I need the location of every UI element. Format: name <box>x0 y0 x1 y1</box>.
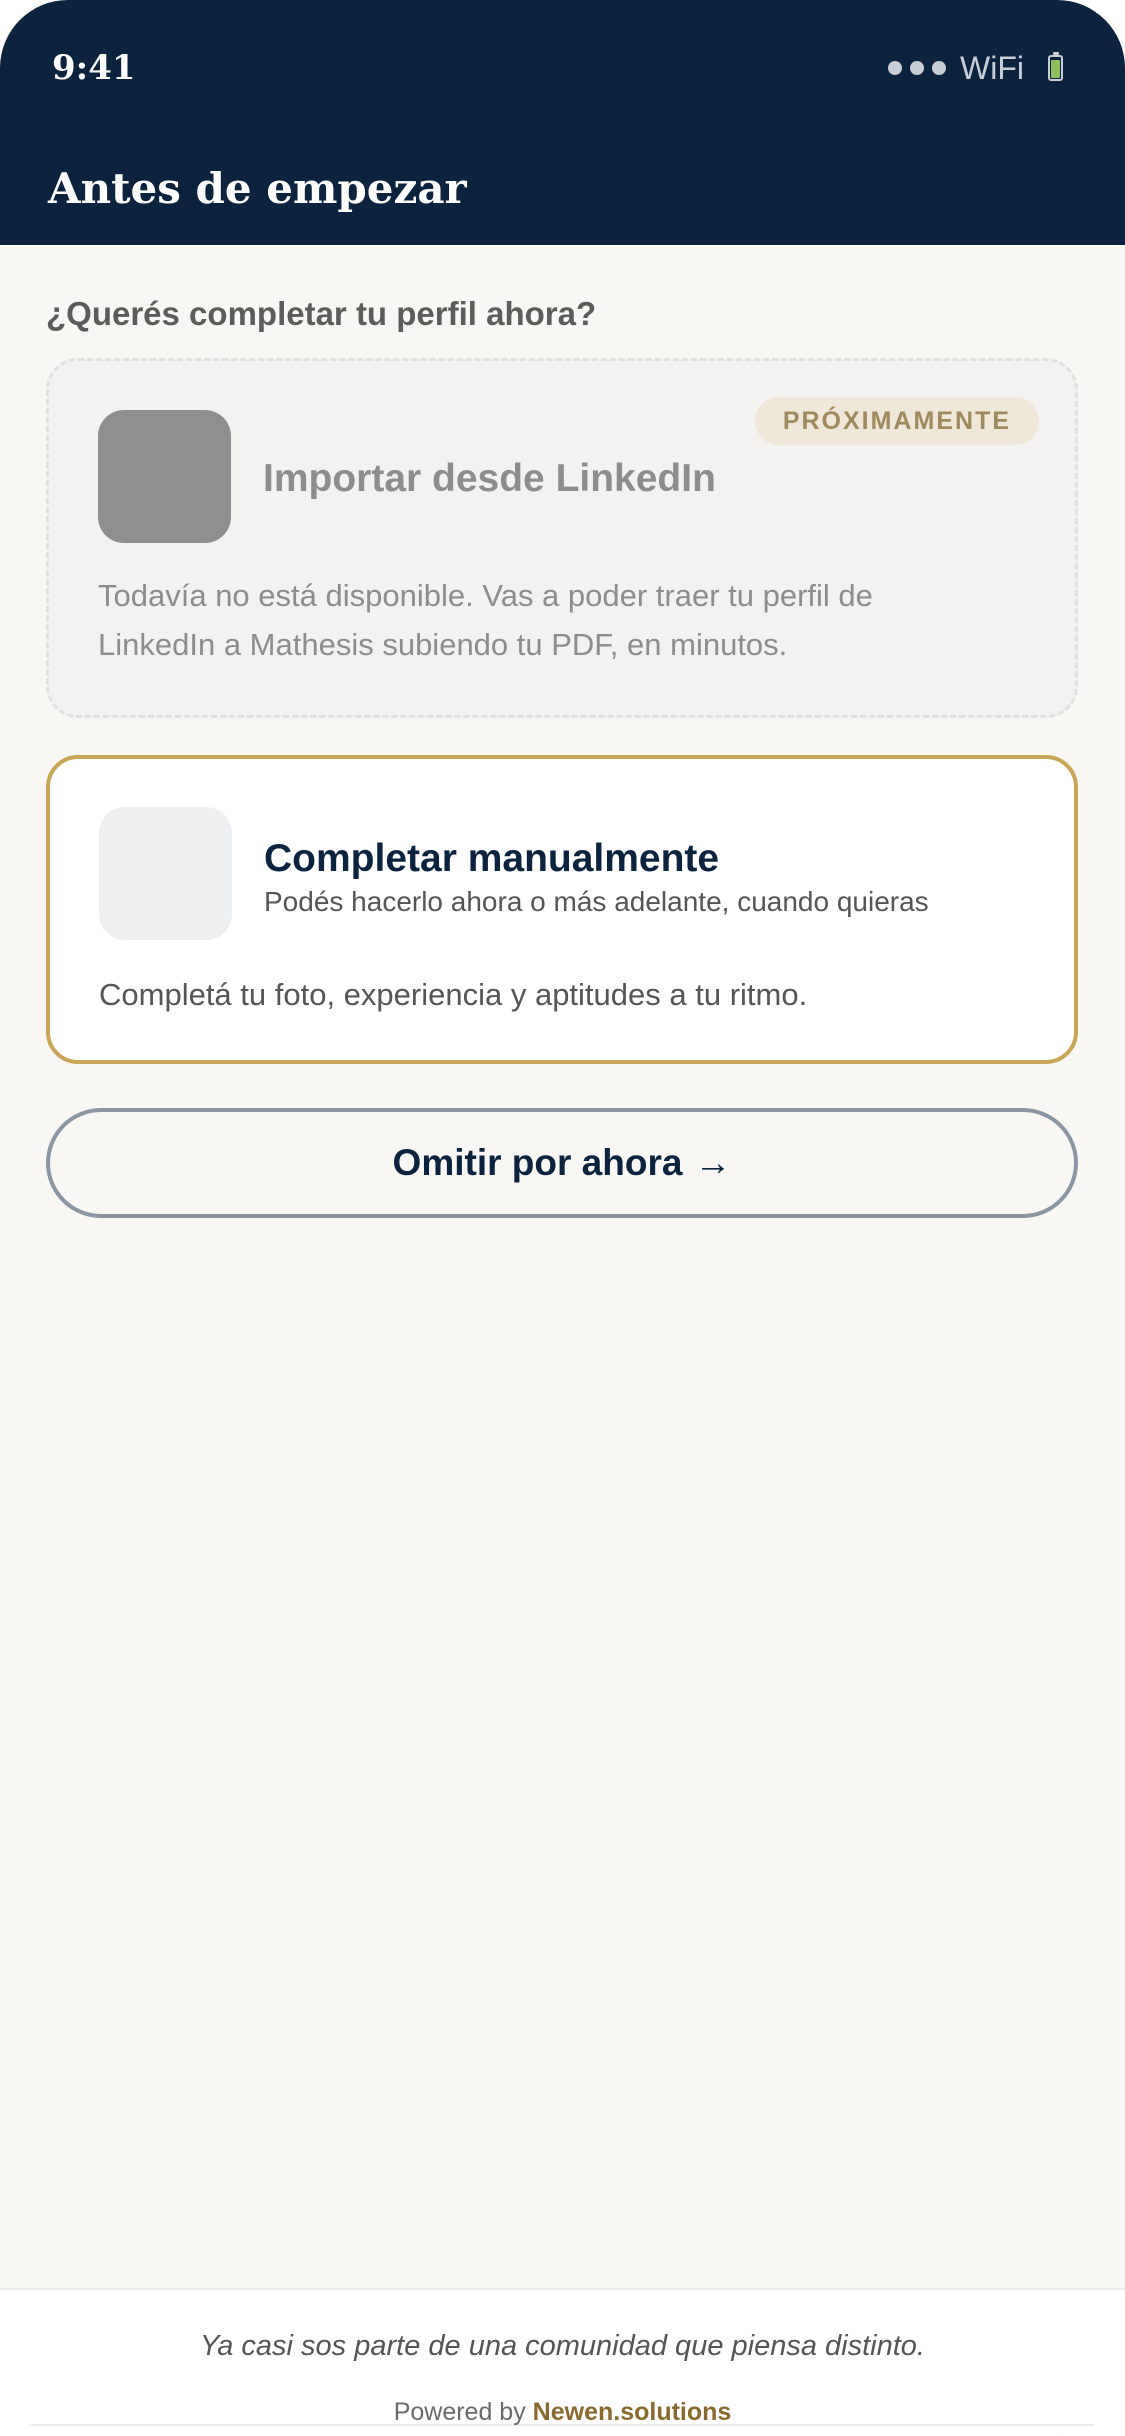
linkedin-card-description: Todavía no está disponible. Vas a poder … <box>98 578 873 662</box>
manual-complete-card[interactable]: Completar manualmente Podés hacerlo ahor… <box>46 755 1078 1064</box>
signal-dots-icon <box>888 61 947 75</box>
skip-button-label: Omitir por ahora <box>392 1142 683 1183</box>
section-question: ¿Querés completar tu perfil ahora? <box>46 295 597 332</box>
powered-by-prefix: Powered by <box>393 2398 526 2426</box>
app-header: 9:41 WiFi Antes de empezar <box>0 0 1125 245</box>
edit-profile-icon <box>99 807 232 940</box>
manual-card-title: Completar manualmente <box>264 837 720 880</box>
powered-by: Powered by Newen.solutions <box>0 2395 1125 2429</box>
manual-card-subtitle: Podés hacerlo ahora o más adelante, cuan… <box>264 886 929 917</box>
brand-link[interactable]: Newen.solutions <box>533 2398 732 2426</box>
app-screen: 9:41 WiFi Antes de empezar ¿Querés compl… <box>0 0 1125 2436</box>
status-indicators: WiFi <box>888 44 1063 92</box>
battery-icon <box>1048 52 1063 81</box>
linkedin-card-title: Importar desde LinkedIn <box>263 457 716 500</box>
linkedin-import-card: PRÓXIMAMENTE Importar desde LinkedIn Tod… <box>46 358 1078 718</box>
linkedin-icon <box>98 410 231 543</box>
skip-button[interactable]: Omitir por ahora → <box>46 1108 1078 1218</box>
arrow-right-icon: → <box>694 1142 732 1183</box>
page-title: Antes de empezar <box>48 164 467 213</box>
status-time: 9:41 <box>52 48 136 88</box>
manual-card-description: Completá tu foto, experiencia y aptitude… <box>99 977 808 1012</box>
wifi-label: WiFi <box>960 49 1024 86</box>
footer-tagline: Ya casi sos parte de una comunidad que p… <box>200 2330 925 2362</box>
coming-soon-badge: PRÓXIMAMENTE <box>754 397 1039 445</box>
